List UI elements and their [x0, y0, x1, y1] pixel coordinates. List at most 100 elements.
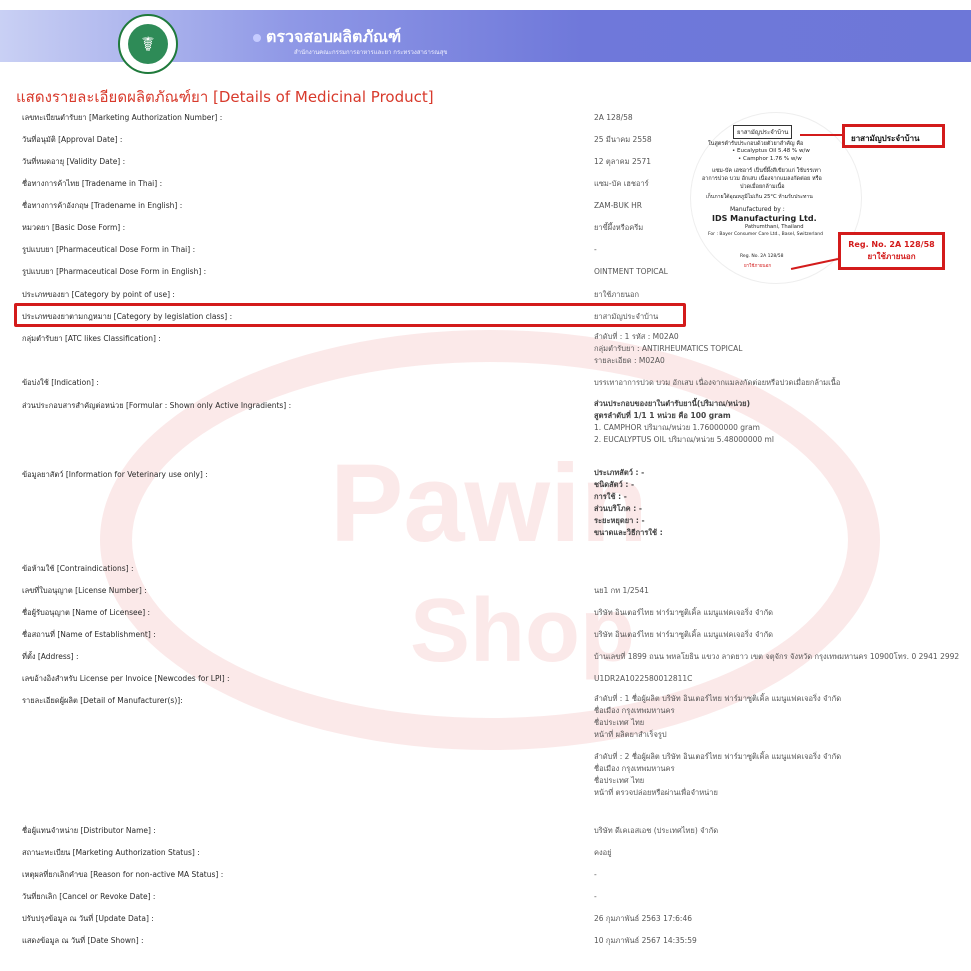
field-value: บริษัท อินเตอร์ไทย ฟาร์มาซูติเคิ้ล แมนูแ… [594, 629, 773, 641]
field-label: ชื่อผู้รับอนุญาต [Name of Licensee] : [22, 608, 151, 617]
field-label: หมวดยา [Basic Dose Form] : [22, 223, 126, 232]
package-text-line: ในสูตรตำรับประกอบด้วยตัวยาสำคัญ คือ [708, 141, 804, 147]
field-value-line: กลุ่มตำรับยา : ANTIRHEUMATICS TOPICAL [594, 344, 743, 353]
package-text-line: Manufactured by : [730, 206, 785, 213]
field-value: 26 กุมภาพันธ์ 2563 17:6:46 [594, 913, 692, 925]
field-label: ชื่อผู้แทนจำหน่าย [Distributor Name] : [22, 826, 156, 835]
package-text-line: IDS Manufacturing Ltd. [712, 214, 817, 223]
field-label: เลขทะเบียนตำรับยา [Marketing Authorizati… [22, 113, 223, 122]
field-value: OINTMENT TOPICAL [594, 266, 668, 278]
field-value-line: ZAM-BUK HR [594, 201, 642, 210]
detail-row: วันที่ยกเลิก [Cancel or Revoke Date] : - [0, 891, 971, 909]
field-value: 10 กุมภาพันธ์ 2567 14:35:59 [594, 935, 697, 947]
field-value: 12 ตุลาคม 2571 [594, 156, 651, 168]
field-value: บรรเทาอาการปวด บวม อักเสบ เนื่องจากแมลงก… [594, 377, 840, 389]
field-value: แซม-บัค เฮชอาร์ [594, 178, 649, 190]
field-value-line: บ้านเลขที่ 1899 ถนน พหลโยธิน แขวง ลาดยาว… [594, 652, 960, 661]
field-value-line: - [594, 870, 597, 879]
field-value-line: ชนิดสัตว์ : - [594, 480, 635, 489]
field-label: ชื่อทางการค้าอังกฤษ [Tradename in Englis… [22, 201, 183, 210]
field-label: ชื่อสถานที่ [Name of Establishment] : [22, 630, 156, 639]
field-label: วันที่อนุมัติ [Approval Date] : [22, 135, 123, 144]
field-label: เลขอ้างอิงสำหรับ License per Invoice [Ne… [22, 674, 230, 683]
field-label: รูปแบบยา [Pharmaceutical Dose Form in En… [22, 267, 207, 276]
field-value-line [594, 741, 841, 751]
field-value-line: ชื่อประเทศ ไทย [594, 776, 645, 785]
field-value-line: ขนาดและวิธีการใช้ : [594, 528, 663, 537]
field-value: - [594, 244, 597, 256]
field-value-line: ยาขี้ผึ้งหรือครีม [594, 223, 644, 232]
field-label: สถานะทะเบียน [Marketing Authorization St… [22, 848, 200, 857]
package-text-line: • Eucalyptus Oil 5.48 % w/w [732, 148, 810, 154]
field-value-line: U1DR2A1022580012811C [594, 674, 693, 683]
callout-connector [800, 134, 842, 136]
field-value-line: หน้าที่ ตรวจปล่อยหรือผ่านเพื่อจำหน่าย [594, 788, 718, 797]
field-value-line: ส่วนบริโภค : - [594, 504, 643, 513]
package-text-line: For : Bayer Consumer Care Ltd., Basel, S… [708, 232, 823, 237]
field-label: รูปแบบยา [Pharmaceutical Dose Form in Th… [22, 245, 196, 254]
package-tag: ยาสามัญประจำบ้าน [733, 125, 793, 139]
field-value: คงอยู่ [594, 847, 612, 859]
detail-row: ที่ตั้ง [Address] : บ้านเลขที่ 1899 ถนน พ… [0, 651, 971, 669]
field-label: วันที่ยกเลิก [Cancel or Revoke Date] : [22, 892, 156, 901]
field-value: ยาขี้ผึ้งหรือครีม [594, 222, 643, 234]
field-value-line: คงอยู่ [594, 848, 612, 857]
legislation-class-highlight [14, 303, 686, 327]
detail-row: รูปแบบยา [Pharmaceutical Dose Form in En… [0, 266, 971, 284]
detail-row: ข้อมูลยาสัตว์ [Information for Veterinar… [0, 468, 971, 537]
detail-row: แสดงข้อมูล ณ วันที่ [Date Shown] : 10 กุม… [0, 935, 971, 953]
detail-row: ชื่อสถานที่ [Name of Establishment] : บริ… [0, 629, 971, 647]
package-text-line: • Camphor 1.76 % w/w [738, 156, 802, 162]
detail-row: ข้อห้ามใช้ [Contraindications] : [0, 563, 971, 581]
callout-external-use-text: ยาใช้ภายนอก [867, 252, 916, 261]
site-subtitle: สำนักงานคณะกรรมการอาหารและยา กระทรวงสาธา… [294, 49, 448, 56]
field-value-line: บริษัท ดีเคเอสเอช (ประเทศไทย) จำกัด [594, 826, 719, 835]
callout-reg-no-text: Reg. No. 2A 128/58 [848, 240, 935, 249]
field-label: ชื่อทางการค้าไทย [Tradename in Thai] : [22, 179, 163, 188]
field-value-line: แซม-บัค เฮชอาร์ [594, 179, 649, 188]
field-label: ปรับปรุงข้อมูล ณ วันที่ [Update Data] : [22, 914, 154, 923]
field-label: เหตุผลที่ยกเลิกคำขอ [Reason for non-acti… [22, 870, 224, 879]
field-value-line: - [594, 892, 597, 901]
field-value: ประเภทสัตว์ : - ชนิดสัตว์ : - การใช้ : - ส่… [594, 467, 663, 539]
callout-reg-no: Reg. No. 2A 128/58 ยาใช้ภายนอก [838, 232, 945, 270]
detail-row: เลขที่ใบอนุญาต [License Number] : นย1 กท … [0, 585, 971, 603]
field-value-line: บริษัท อินเตอร์ไทย ฟาร์มาซูติเคิ้ล แมนูแ… [594, 608, 774, 617]
field-value-line: บรรเทาอาการปวด บวม อักเสบ เนื่องจากแมลงก… [594, 378, 841, 387]
field-value: ส่วนประกอบของยาในตำรับยานี้(ปริมาณ/หน่วย… [594, 398, 774, 446]
detail-row: เหตุผลที่ยกเลิกคำขอ [Reason for non-acti… [0, 869, 971, 887]
field-value-line: 10 กุมภาพันธ์ 2567 14:35:59 [594, 936, 697, 945]
field-value-line: ลำดับที่ : 2 ชื่อผู้ผลิต บริษัท อินเตอร์… [594, 752, 842, 761]
field-value: U1DR2A1022580012811C [594, 673, 692, 685]
field-value-line: 25 มีนาคม 2558 [594, 135, 652, 144]
package-text-line: อาการปวด บวม อักเสบ เนื่องจากแมลงกัดต่อย… [702, 176, 822, 182]
field-value-line: 12 ตุลาคม 2571 [594, 157, 652, 166]
field-value-line: 2. EUCALYPTUS OIL ปริมาณ/หน่วย 5.4800000… [594, 435, 774, 444]
package-text-line: ปวดเมื่อยกล้ามเนื้อ [740, 184, 785, 190]
field-value-line: 1. CAMPHOR ปริมาณ/หน่วย 1.76000000 gram [594, 423, 760, 432]
field-value: - [594, 891, 597, 903]
field-label: ข้อมูลยาสัตว์ [Information for Veterinar… [22, 470, 208, 479]
site-header: ☤ ตรวจสอบผลิตภัณฑ์ สำนักงานคณะกรรมการอาห… [0, 10, 971, 74]
field-value: ยาใช้ภายนอก [594, 289, 639, 301]
field-value: บ้านเลขที่ 1899 ถนน พหลโยธิน แขวง ลาดยาว… [594, 651, 959, 663]
field-label: ข้อห้ามใช้ [Contraindications] : [22, 564, 134, 573]
field-value: นย1 กท 1/2541 [594, 585, 649, 597]
field-value-line: ประเภทสัตว์ : - [594, 468, 645, 477]
field-value-line: ลำดับที่ : 1 รหัส : M02A0 [594, 332, 679, 341]
field-value-line: 2A 128/58 [594, 113, 633, 122]
field-value-line: ส่วนประกอบของยาในตำรับยานี้(ปริมาณ/หน่วย… [594, 399, 751, 408]
field-value-line: สูตรลำดับที่ 1/1 1 หน่วย คือ 100 gram [594, 411, 731, 420]
field-value-line: ระยะหยุดยา : - [594, 516, 645, 525]
field-value: ลำดับที่ : 1 รหัส : M02A0 กลุ่มตำรับยา : … [594, 331, 742, 367]
page-title: แสดงรายละเอียดผลิตภัณฑ์ยา [Details of Me… [16, 88, 434, 106]
detail-row: เลขอ้างอิงสำหรับ License per Invoice [Ne… [0, 673, 971, 691]
field-label: รายละเอียดผู้ผลิต [Detail of Manufacture… [22, 696, 183, 705]
field-value-line: หน้าที่ ผลิตยาสำเร็จรูป [594, 730, 667, 739]
field-label: ส่วนประกอบสารสำคัญต่อหน่วย [Formular : S… [22, 401, 292, 410]
field-value: ZAM-BUK HR [594, 200, 642, 212]
field-value-line: ชื่อเมือง กรุงเทพมหานคร [594, 764, 675, 773]
fda-logo[interactable]: ☤ [118, 14, 178, 74]
package-text-line: ยาใช้ภายนอก [744, 264, 772, 269]
detail-row: ชื่อผู้รับอนุญาต [Name of Licensee] : บริ… [0, 607, 971, 625]
